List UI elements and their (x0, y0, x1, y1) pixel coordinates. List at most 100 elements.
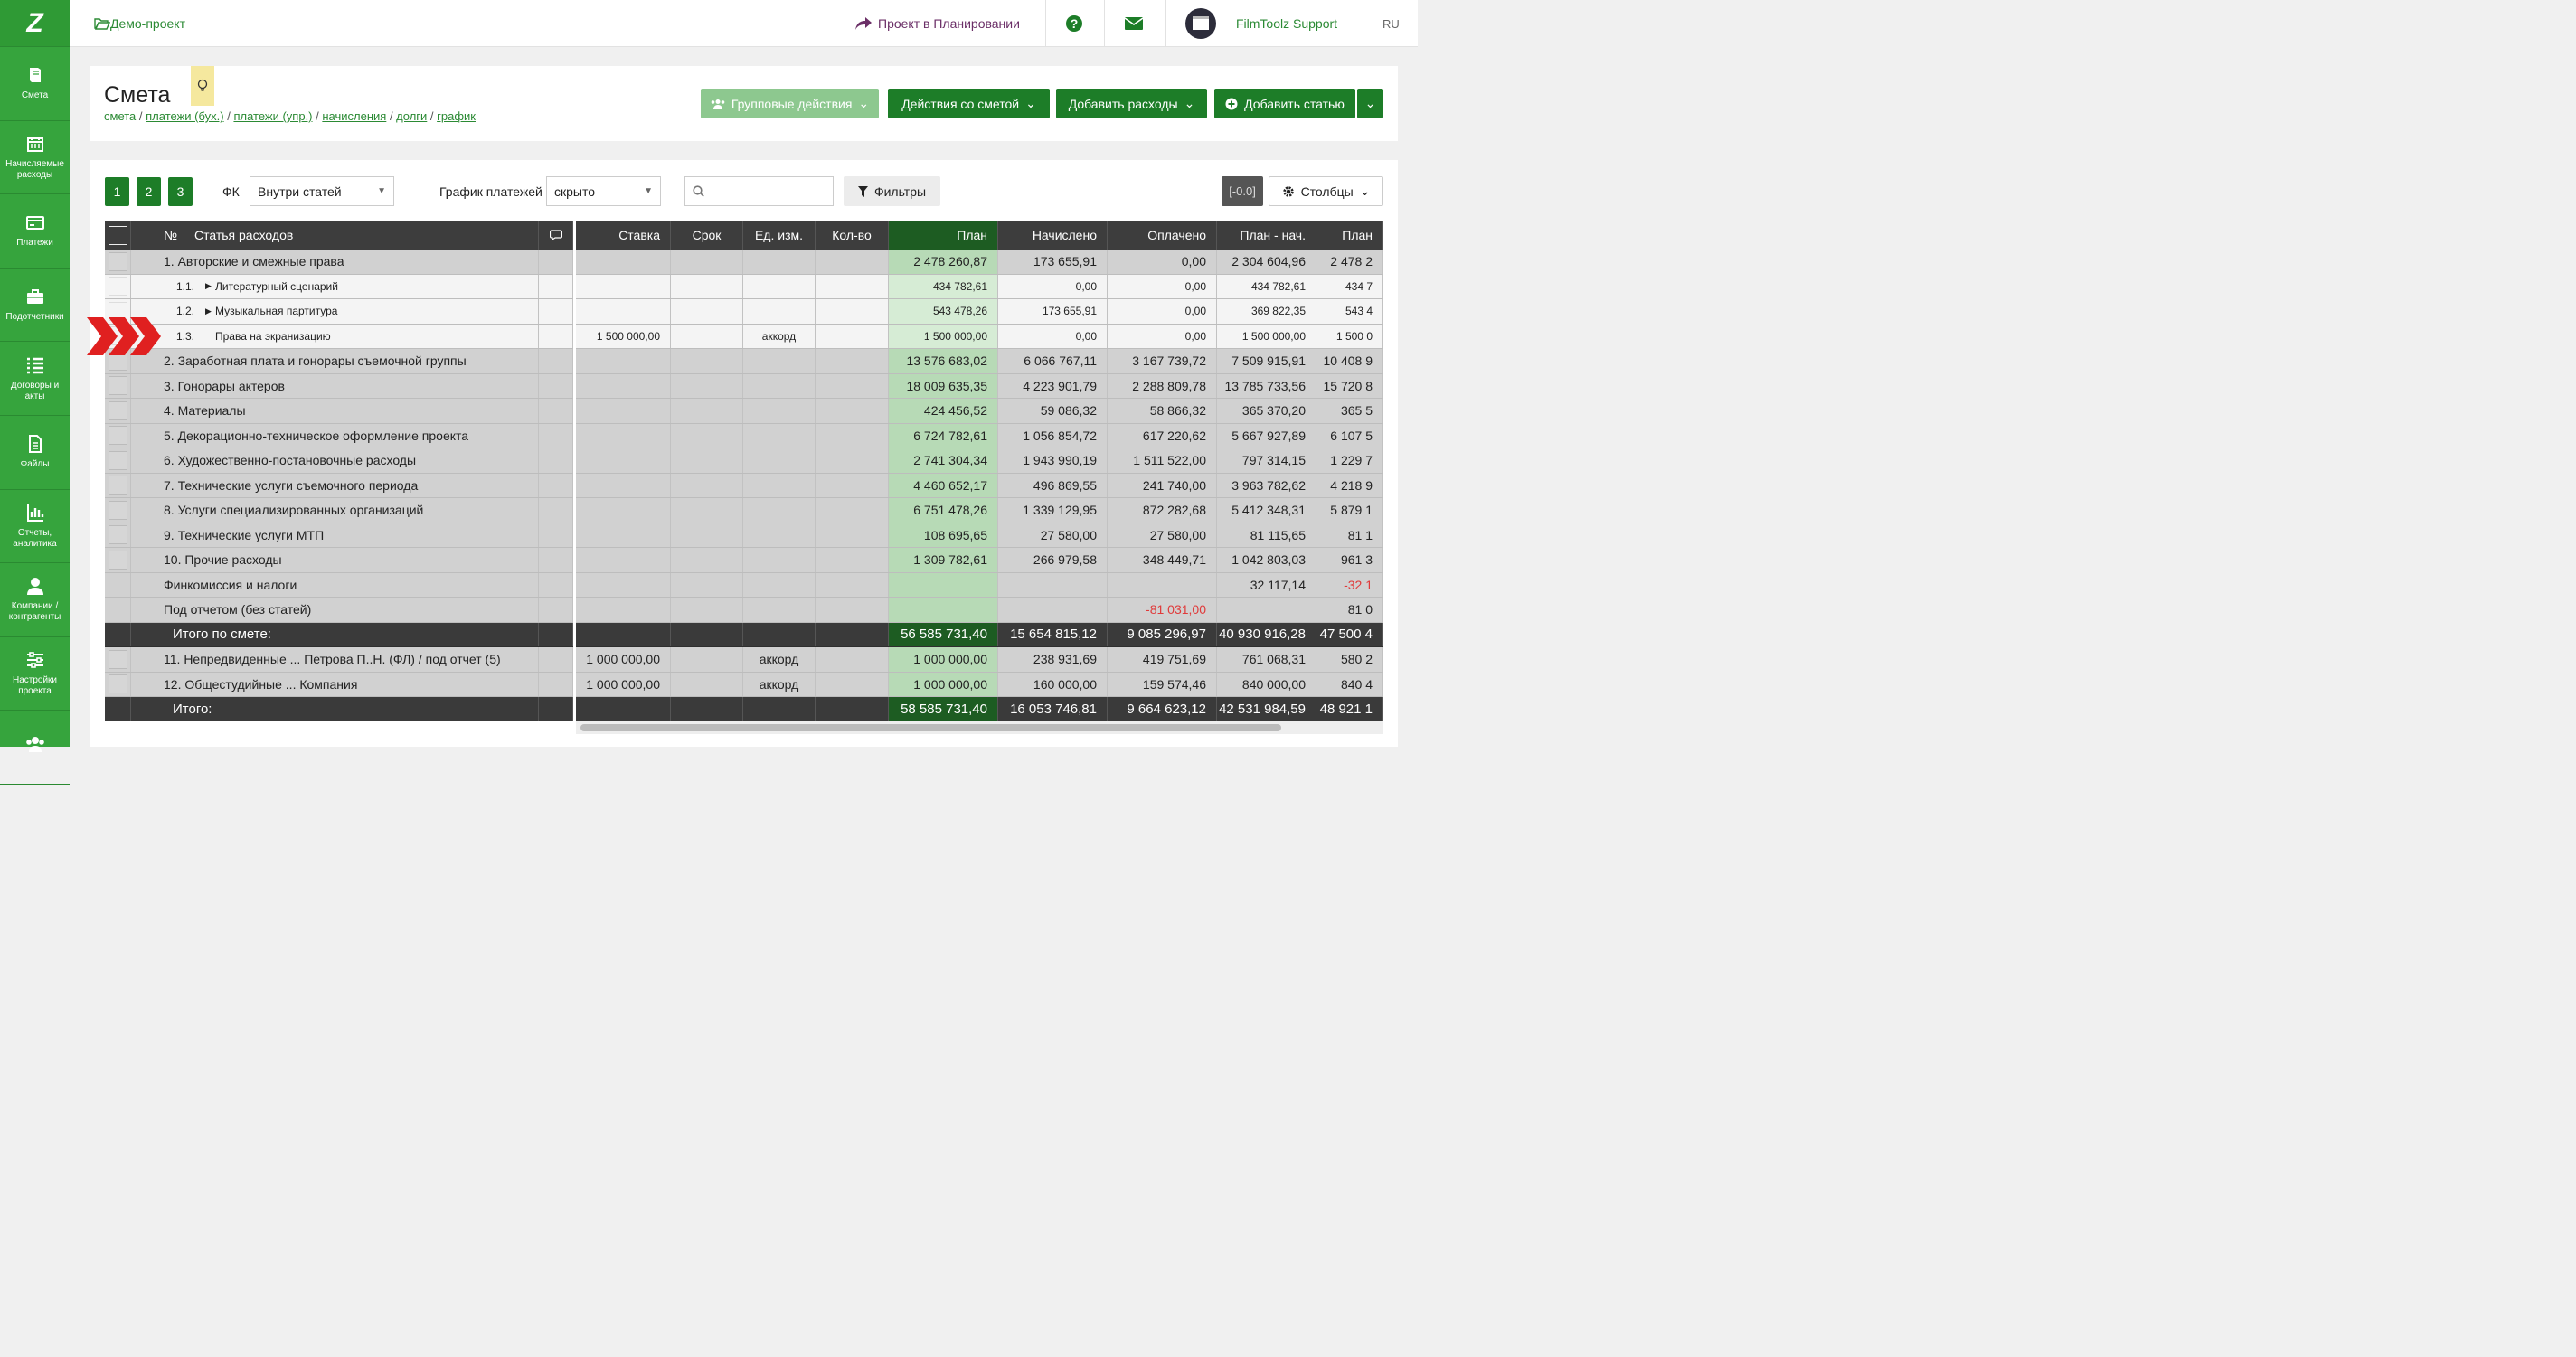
select-all-checkbox[interactable] (108, 225, 127, 245)
row-name[interactable]: 4. Материалы (164, 403, 246, 418)
user-avatar[interactable] (1185, 0, 1216, 47)
table-row[interactable]: 3. Гонорары актеров 18 009 635,35 4 223 90… (105, 373, 1383, 399)
support-user[interactable]: FilmToolz Support (1236, 0, 1337, 47)
hint-bookmark[interactable] (191, 66, 214, 106)
help-button[interactable]: ? (1065, 0, 1083, 47)
column-header-name[interactable]: № Статья расходов (131, 221, 539, 250)
row-checkbox[interactable] (108, 401, 127, 420)
row-name[interactable]: 5. Декорационно-техническое оформление п… (164, 429, 468, 443)
table-row[interactable]: Под отчетом (без статей) -81 031,00 81 0 (105, 598, 1383, 623)
link-schedule[interactable]: график (437, 109, 476, 123)
horizontal-scrollbar[interactable] (576, 721, 1383, 734)
table-row[interactable]: 6. Художественно-постановочные расходы 2 … (105, 448, 1383, 474)
column-header-plan_acc[interactable]: План - нач. (1217, 221, 1316, 250)
row-name[interactable]: 12. Общестудийные ... Компания (164, 677, 357, 692)
sidebar-item-2[interactable]: Начисляемые расходы (0, 121, 70, 195)
column-header-qty[interactable]: Кол-во (816, 221, 889, 250)
link-payments-acc[interactable]: платежи (бух.) (146, 109, 223, 123)
sidebar-item-4[interactable]: Подотчетники (0, 269, 70, 343)
row-name[interactable]: 3. Гонорары актеров (164, 379, 285, 393)
fk-select[interactable]: Внутри статей ▼ (250, 176, 394, 206)
add-item-button[interactable]: Добавить статью (1214, 89, 1355, 118)
column-header-cmt[interactable] (539, 221, 573, 250)
row-name[interactable]: Под отчетом (без статей) (164, 602, 311, 617)
column-header-unit[interactable]: Ед. изм. (743, 221, 816, 250)
row-checkbox[interactable] (108, 277, 127, 297)
row-checkbox[interactable] (108, 450, 127, 470)
table-row[interactable]: 1. Авторские и смежные права 2 478 260,87… (105, 250, 1383, 275)
row-name[interactable]: 11. Непредвиденные ... Петрова П..Н. (ФЛ… (164, 652, 501, 666)
messages-button[interactable] (1124, 0, 1144, 47)
app-logo[interactable]: Z (0, 0, 70, 47)
columns-button[interactable]: Столбцы ⌄ (1269, 176, 1383, 206)
sidebar-item-1[interactable]: Смета (0, 47, 70, 121)
add-item-dropdown[interactable]: ⌄ (1357, 89, 1383, 118)
table-row[interactable]: Финкомиссия и налоги 32 117,14 -32 1 (105, 572, 1383, 598)
sub-row[interactable]: 1.2. ▶ Музыкальная партитура 543 478,26 173 … (105, 299, 1383, 325)
row-name[interactable]: Музыкальная партитура (215, 305, 337, 317)
row-checkbox[interactable] (108, 550, 127, 570)
row-checkbox[interactable] (108, 674, 127, 694)
table-row[interactable]: 10. Прочие расходы 1 309 782,61 266 979,58… (105, 548, 1383, 573)
row-name[interactable]: 9. Технические услуги МТП (164, 528, 324, 542)
add-expenses-button[interactable]: Добавить расходы ⌄ (1056, 89, 1207, 118)
row-checkbox[interactable] (108, 376, 127, 396)
level-3-button[interactable]: 3 (168, 177, 193, 206)
row-name[interactable]: Права на экранизацию (215, 330, 331, 343)
filters-button[interactable]: Фильтры (844, 176, 940, 206)
row-name[interactable]: 8. Услуги специализированных организаций (164, 503, 423, 517)
row-checkbox[interactable] (108, 649, 127, 669)
level-2-button[interactable]: 2 (137, 177, 161, 206)
sidebar-item-8[interactable]: Компании / контрагенты (0, 563, 70, 637)
column-header-plan2[interactable]: План (1316, 221, 1383, 250)
sidebar-item-6[interactable]: Файлы (0, 416, 70, 490)
row-checkbox[interactable] (108, 426, 127, 446)
sidebar-item-5[interactable]: Договоры и акты (0, 342, 70, 416)
table-row[interactable]: 12. Общестудийные ... Компания 1 000 000,… (105, 672, 1383, 697)
level-1-button[interactable]: 1 (105, 177, 129, 206)
link-payments-mgmt[interactable]: платежи (упр.) (233, 109, 312, 123)
caret-right-icon[interactable]: ▶ (205, 281, 212, 291)
row-name[interactable]: 2. Заработная плата и гонорары съемочной… (164, 353, 467, 368)
column-header-paid[interactable]: Оплачено (1108, 221, 1217, 250)
table-row[interactable]: 4. Материалы 424 456,52 59 086,32 58 866,32… (105, 399, 1383, 424)
hide-zero-toggle[interactable]: [-0.0] (1222, 176, 1263, 206)
project-link[interactable]: Демо-проект (94, 0, 185, 47)
row-name[interactable]: 7. Технические услуги съемочного периода (164, 478, 418, 493)
table-row[interactable]: 11. Непредвиденные ... Петрова П..Н. (ФЛ… (105, 647, 1383, 673)
link-debts[interactable]: долги (396, 109, 427, 123)
planning-status-link[interactable]: Проект в Планировании (854, 0, 1020, 47)
row-name[interactable]: 6. Художественно-постановочные расходы (164, 453, 416, 467)
table-row[interactable]: 7. Технические услуги съемочного периода… (105, 473, 1383, 498)
row-name[interactable]: Литературный сценарий (215, 280, 338, 293)
column-header-accrued[interactable]: Начислено (998, 221, 1108, 250)
row-name[interactable]: 10. Прочие расходы (164, 552, 282, 567)
row-checkbox[interactable] (108, 251, 127, 271)
column-header-plan[interactable]: План (889, 221, 998, 250)
language-switch[interactable]: RU (1382, 0, 1400, 47)
caret-right-icon[interactable]: ▶ (205, 306, 212, 316)
sidebar-item-3[interactable]: Платежи (0, 194, 70, 269)
row-checkbox[interactable] (108, 525, 127, 545)
sidebar-item-7[interactable]: Отчеты, аналитика (0, 490, 70, 564)
row-name[interactable]: Финкомиссия и налоги (164, 578, 297, 592)
group-actions-button[interactable]: Групповые действия ⌄ (701, 89, 879, 118)
table-row[interactable]: 5. Декорационно-техническое оформление п… (105, 423, 1383, 448)
row-name[interactable]: 1. Авторские и смежные права (164, 254, 344, 269)
estimate-actions-button[interactable]: Действия со сметой ⌄ (888, 89, 1050, 118)
sub-row[interactable]: 1.3. Права на экранизацию 1 500 000,00 акко… (105, 324, 1383, 349)
table-row[interactable]: 2. Заработная плата и гонорары съемочной… (105, 349, 1383, 374)
table-row[interactable]: 9. Технические услуги МТП 108 695,65 27 58… (105, 523, 1383, 548)
scrollbar-thumb[interactable] (580, 724, 1281, 731)
schedule-select[interactable]: скрыто ▼ (546, 176, 661, 206)
sub-row[interactable]: 1.1. ▶ Литературный сценарий 434 782,61 0,00… (105, 274, 1383, 299)
sidebar-item-10[interactable] (0, 711, 70, 785)
row-checkbox[interactable] (108, 476, 127, 495)
sidebar-item-9[interactable]: Настройки проекта (0, 637, 70, 711)
search-input[interactable] (684, 176, 834, 206)
link-accruals[interactable]: начисления (322, 109, 386, 123)
column-header-rate[interactable]: Ставка (576, 221, 671, 250)
column-header-term[interactable]: Срок (671, 221, 743, 250)
row-checkbox[interactable] (108, 500, 127, 520)
table-row[interactable]: 8. Услуги специализированных организаций… (105, 498, 1383, 523)
